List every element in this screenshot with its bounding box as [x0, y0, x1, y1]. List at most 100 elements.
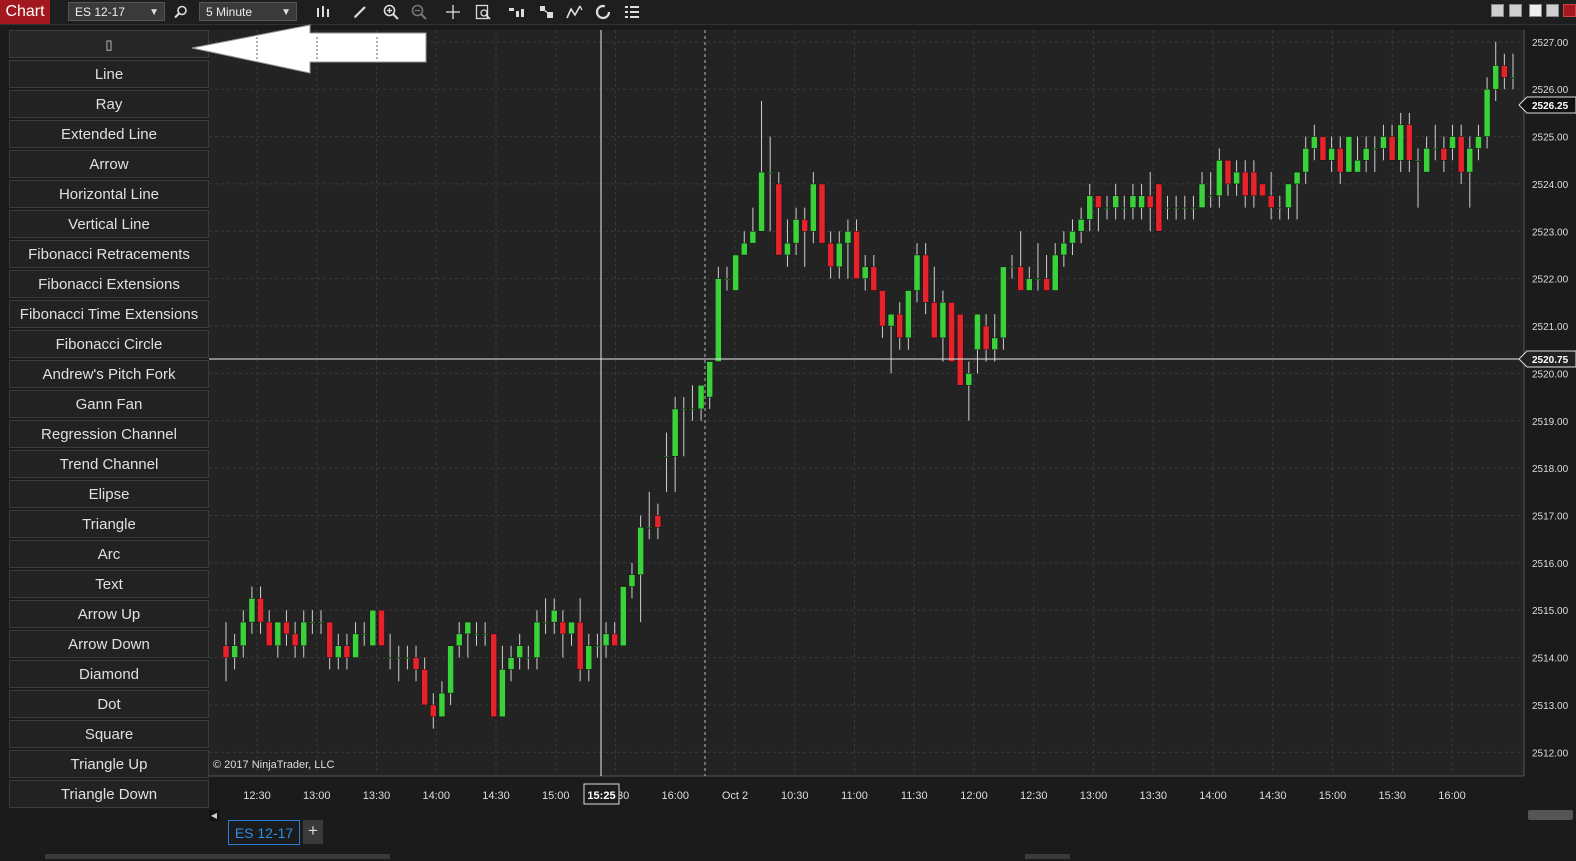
menu-item-arc[interactable]: Arc — [9, 540, 209, 568]
minimize-icon[interactable] — [1529, 4, 1542, 17]
x-tick-label: 11:00 — [841, 790, 868, 802]
menu-pin-button[interactable]: ▯ — [9, 30, 209, 58]
x-tick-label: 15:00 — [542, 790, 570, 802]
menu-item-extended-line[interactable]: Extended Line — [9, 120, 209, 148]
menu-item-dot[interactable]: Dot — [9, 690, 209, 718]
y-tick-label: 2524.00 — [1532, 180, 1569, 191]
pencil-icon[interactable] — [349, 0, 371, 24]
indicator-icon[interactable] — [564, 0, 586, 24]
candle-up — [447, 645, 454, 694]
candle-up — [585, 645, 593, 670]
scroll-left-icon[interactable]: ◀ — [209, 810, 219, 821]
close-icon[interactable] — [1563, 4, 1576, 17]
drawing-tools-menu: ▯ Line Ray Extended Line Arrow Horizontal Li… — [9, 30, 209, 840]
candle-up — [1509, 77, 1517, 79]
bar-style-icon[interactable] — [312, 0, 334, 24]
candle-up — [810, 183, 817, 232]
chart-trader-icon[interactable] — [506, 0, 528, 24]
crosshair-icon[interactable] — [442, 0, 464, 24]
strategy-icon[interactable] — [536, 0, 558, 24]
y-tick-label: 2514.00 — [1532, 654, 1569, 665]
candle-down — [1155, 183, 1163, 232]
data-box-icon[interactable] — [472, 0, 494, 24]
chevron-down-icon: ▼ — [281, 7, 291, 18]
candlestick-chart[interactable]: 2512.00 2513.00 2514.00 2515.00 2516.00 2517.… — [0, 24, 1576, 810]
candle-up — [1207, 195, 1214, 198]
menu-item-vertical-line[interactable]: Vertical Line — [9, 210, 209, 238]
x-tick-label: 11:30 — [901, 790, 928, 802]
instrument-selector[interactable]: ES 12-17 ▼ — [68, 2, 165, 21]
menu-item-arrow-down[interactable]: Arrow Down — [9, 630, 209, 658]
reload-icon[interactable] — [592, 0, 614, 24]
menu-item-arrow-up[interactable]: Arrow Up — [9, 600, 209, 628]
menu-item-andrew-s-pitch-fork[interactable]: Andrew's Pitch Fork — [9, 360, 209, 388]
menu-item-text[interactable]: Text — [9, 570, 209, 598]
zoom-out-icon[interactable] — [408, 0, 430, 24]
menu-item-fibonacci-retracements[interactable]: Fibonacci Retracements — [9, 240, 209, 268]
menu-item-elipse[interactable]: Elipse — [9, 480, 209, 508]
horizontal-scrollbar[interactable] — [45, 854, 390, 859]
candle-down — [654, 515, 662, 528]
properties-icon[interactable] — [621, 0, 643, 24]
candle-up — [1164, 207, 1171, 209]
candle-up — [905, 290, 912, 339]
chart-badge[interactable]: Chart — [0, 0, 50, 24]
candle-down — [490, 633, 498, 718]
menu-item-square[interactable]: Square — [9, 720, 209, 748]
y-tick-label: 2512.00 — [1532, 748, 1569, 759]
tab-es-12-17[interactable]: ES 12-17 — [228, 820, 300, 845]
add-tab-button[interactable]: + — [303, 820, 323, 844]
candle-down — [931, 302, 938, 339]
menu-item-triangle-up[interactable]: Triangle Up — [9, 750, 209, 778]
candle-up — [317, 621, 325, 624]
menu-item-arrow[interactable]: Arrow — [9, 150, 209, 178]
y-tick-label: 2517.00 — [1532, 511, 1569, 522]
candle-up — [1181, 207, 1189, 209]
candle-up — [887, 313, 895, 327]
horizontal-scrollbar-thumb[interactable] — [1025, 854, 1070, 859]
candle-up — [1051, 254, 1059, 291]
menu-item-fibonacci-circle[interactable]: Fibonacci Circle — [9, 330, 209, 358]
y-tick-label: 2513.00 — [1532, 701, 1569, 712]
candle-up — [1198, 183, 1206, 208]
search-icon[interactable] — [170, 0, 192, 24]
menu-item-fibonacci-time-extensions[interactable]: Fibonacci Time Extensions — [9, 300, 209, 328]
candle-up — [1449, 136, 1456, 149]
menu-item-ray[interactable]: Ray — [9, 90, 209, 118]
maximize-icon[interactable] — [1546, 4, 1559, 17]
menu-item-horizontal-line[interactable]: Horizontal Line — [9, 180, 209, 208]
candle-up — [1371, 148, 1379, 150]
chart-panel[interactable]: 2512.00 2513.00 2514.00 2515.00 2516.00 2517.… — [0, 24, 1576, 810]
y-tick-label: 2526.00 — [1532, 85, 1569, 96]
candle-up — [525, 657, 532, 659]
candle-down — [1267, 195, 1275, 208]
menu-item-regression-channel[interactable]: Regression Channel — [9, 420, 209, 448]
menu-item-diamond[interactable]: Diamond — [9, 660, 209, 688]
menu-item-trend-channel[interactable]: Trend Channel — [9, 450, 209, 478]
candle-down — [1017, 266, 1024, 291]
tile-icon[interactable] — [1491, 4, 1504, 17]
candle-down — [870, 266, 878, 291]
candle-up — [231, 645, 238, 658]
x-tick-label: 13:30 — [363, 790, 391, 802]
candle-up — [240, 621, 247, 646]
menu-item-fibonacci-extensions[interactable]: Fibonacci Extensions — [9, 270, 209, 298]
menu-item-line[interactable]: Line — [9, 60, 209, 88]
candle-up — [620, 586, 627, 646]
candle-up — [1354, 160, 1361, 173]
menu-item-gann-fan[interactable]: Gann Fan — [9, 390, 209, 418]
x-tick-label: 12:30 — [243, 790, 271, 802]
tile-icon[interactable] — [1509, 4, 1522, 17]
menu-item-triangle-down[interactable]: Triangle Down — [9, 780, 209, 808]
candle-down — [326, 621, 333, 658]
plot-background — [209, 30, 1524, 776]
interval-selector[interactable]: 5 Minute ▼ — [199, 2, 297, 21]
candle-up — [784, 242, 791, 256]
zoom-in-icon[interactable] — [380, 0, 402, 24]
candle-up — [706, 361, 713, 398]
candle-up — [1008, 266, 1016, 269]
menu-item-triangle[interactable]: Triangle — [9, 510, 209, 538]
candle-up — [740, 242, 748, 256]
scrollbar-thumb[interactable] — [1528, 810, 1573, 820]
candle-up — [680, 408, 688, 411]
